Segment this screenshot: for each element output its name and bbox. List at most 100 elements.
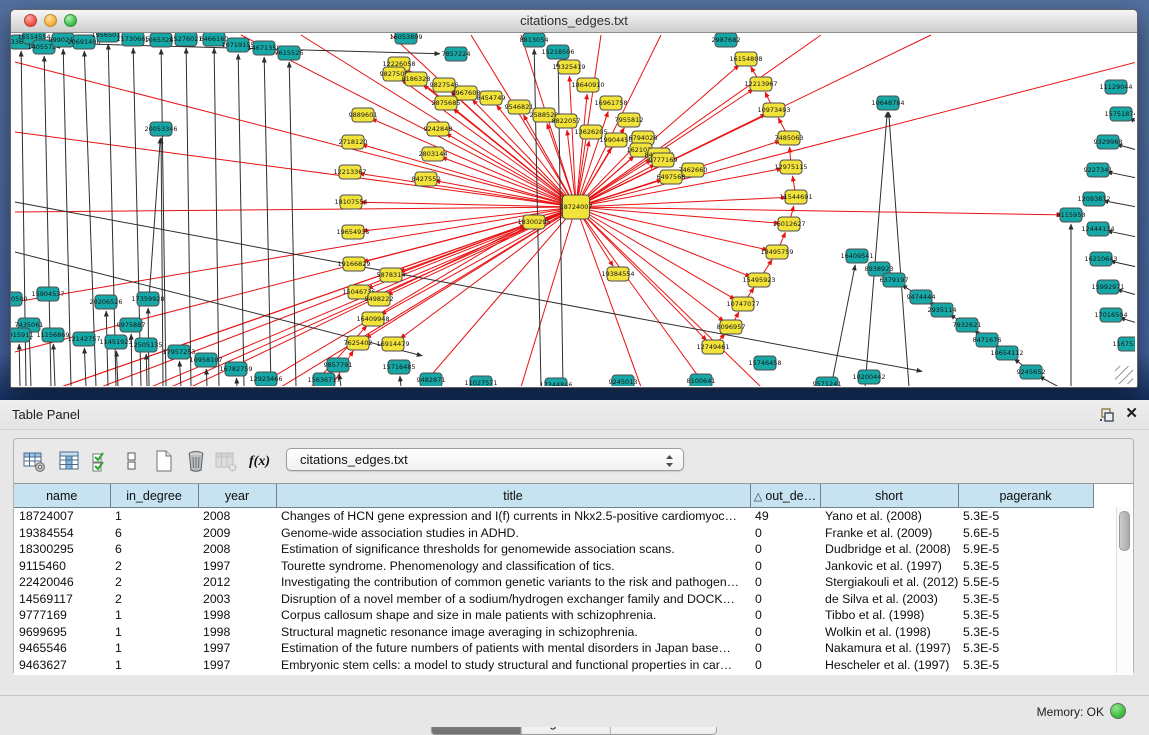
graph-node[interactable]: 6497568 — [657, 170, 686, 184]
table-cell[interactable]: 5.3E-5 — [958, 607, 1093, 624]
graph-node[interactable]: 8096957 — [717, 320, 746, 334]
table-row[interactable]: 1938455462009Genome-wide association stu… — [14, 525, 1093, 542]
table-cell[interactable]: 9115460 — [14, 558, 110, 575]
table-settings-icon[interactable] — [20, 448, 47, 475]
float-panel-icon[interactable] — [1099, 407, 1115, 423]
graph-node[interactable]: 7625402 — [344, 336, 373, 350]
table-row[interactable]: 969969511998Structural magnetic resonanc… — [14, 624, 1093, 641]
table-cell[interactable]: 9699695 — [14, 624, 110, 641]
graph-node[interactable]: 16012627 — [772, 217, 805, 231]
attribute-table[interactable]: namein_degreeyeartitle△out_de…shortpager… — [14, 484, 1094, 673]
graph-node[interactable]: 10648784 — [871, 96, 904, 110]
table-cell[interactable]: 0 — [750, 591, 820, 608]
table-cell[interactable]: Stergiakouli et al. (2012) — [820, 574, 958, 591]
column-header-title[interactable]: title — [276, 484, 750, 508]
graph-node[interactable]: 16053809 — [389, 33, 422, 44]
graph-node[interactable]: 15636717 — [307, 373, 340, 386]
table-cell[interactable]: 5.3E-5 — [958, 591, 1093, 608]
column-header-out_de[interactable]: △out_de… — [750, 484, 820, 508]
graph-node[interactable]: 12142757 — [67, 332, 100, 346]
table-cell[interactable]: 0 — [750, 541, 820, 558]
table-cell[interactable]: 0 — [750, 574, 820, 591]
column-header-pagerank[interactable]: pagerank — [958, 484, 1093, 508]
table-cell[interactable]: 6 — [110, 541, 198, 558]
graph-node[interactable]: 2803144 — [419, 147, 448, 161]
graph-node[interactable]: 16154808 — [729, 52, 762, 66]
table-cell[interactable]: 2003 — [198, 591, 276, 608]
graph-node[interactable]: 18495759 — [760, 245, 793, 259]
zoom-traffic-light-button[interactable] — [64, 14, 77, 27]
select-all-icon[interactable] — [88, 448, 115, 475]
graph-node[interactable]: 9498222 — [365, 292, 394, 306]
graph-node[interactable]: 2935114 — [928, 303, 957, 317]
table-cell[interactable]: 0 — [750, 525, 820, 542]
table-row[interactable]: 2242004622012Investigating the contribut… — [14, 574, 1093, 591]
table-cell[interactable]: 19384554 — [14, 525, 110, 542]
scrollbar-thumb[interactable] — [1119, 511, 1130, 551]
graph-node[interactable]: 20206526 — [89, 295, 122, 309]
table-cell[interactable]: 0 — [750, 624, 820, 641]
table-cell[interactable]: 6 — [110, 525, 198, 542]
graph-node[interactable]: 9242848 — [424, 122, 453, 136]
graph-node[interactable]: 10200442 — [852, 370, 885, 384]
table-cell[interactable]: de Silva et al. (2003) — [820, 591, 958, 608]
table-cell[interactable]: Genome-wide association studies in ADHD. — [276, 525, 750, 542]
table-cell[interactable]: 5.6E-5 — [958, 525, 1093, 542]
graph-node[interactable]: 15746458 — [748, 356, 781, 370]
table-cell[interactable]: 2012 — [198, 574, 276, 591]
table-cell[interactable]: 5.3E-5 — [958, 657, 1093, 674]
table-cell[interactable]: 5.3E-5 — [958, 640, 1093, 657]
column-header-name[interactable]: name — [14, 484, 110, 508]
table-cell[interactable]: 1 — [110, 508, 198, 525]
graph-node[interactable]: 9329968 — [1094, 135, 1123, 149]
graph-node[interactable]: 16961758 — [594, 96, 627, 110]
graph-node[interactable]: 2987682 — [712, 33, 741, 47]
graph-node[interactable]: 6379197 — [880, 273, 909, 287]
table-row[interactable]: 946554611997Estimation of the future num… — [14, 640, 1093, 657]
graph-node[interactable]: 12444134 — [1081, 222, 1114, 236]
table-cell[interactable]: Changes of HCN gene expression and I(f) … — [276, 508, 750, 525]
graph-node[interactable]: 8115958 — [1057, 208, 1086, 222]
graph-node[interactable]: 7955812 — [615, 113, 644, 127]
table-row[interactable]: 1872400712008Changes of HCN gene express… — [14, 508, 1093, 525]
table-cell[interactable]: 0 — [750, 640, 820, 657]
function-builder-icon[interactable]: f(x) — [246, 448, 273, 475]
graph-node[interactable]: 9482871 — [417, 373, 446, 386]
table-row[interactable]: 911546021997Tourette syndrome. Phenomeno… — [14, 558, 1093, 575]
graph-node[interactable]: 8471676 — [973, 333, 1002, 347]
table-cell[interactable]: 5.5E-5 — [958, 574, 1093, 591]
table-cell[interactable]: Hescheler et al. (1997) — [820, 657, 958, 674]
graph-node[interactable]: 9245652 — [1017, 365, 1046, 379]
table-cell[interactable]: 5.3E-5 — [958, 558, 1093, 575]
table-cell[interactable]: 2008 — [198, 541, 276, 558]
graph-node[interactable]: 15992971 — [1091, 280, 1124, 294]
table-cell[interactable]: Disruption of a novel member of a sodium… — [276, 591, 750, 608]
graph-node[interactable]: 12213967 — [744, 77, 777, 91]
graph-node[interactable]: 16782759 — [219, 362, 252, 376]
resize-grip-icon[interactable] — [1115, 366, 1133, 384]
column-header-year[interactable]: year — [198, 484, 276, 508]
graph-node[interactable]: 8427552 — [412, 172, 441, 186]
table-cell[interactable]: Embryonic stem cells: a model to study s… — [276, 657, 750, 674]
graph-node[interactable]: 9571241 — [813, 377, 842, 386]
table-row[interactable]: 1456911722003Disruption of a novel membe… — [14, 591, 1093, 608]
graph-node[interactable]: 2718120 — [339, 135, 368, 149]
graph-node[interactable]: 16914479 — [376, 337, 409, 351]
graph-node[interactable]: 17016504 — [1094, 308, 1127, 322]
graph-node[interactable]: 10973493 — [757, 103, 790, 117]
graph-node[interactable]: 15716485 — [382, 360, 415, 374]
table-cell[interactable]: Nakamura et al. (1997) — [820, 640, 958, 657]
table-cell[interactable]: 1 — [110, 624, 198, 641]
table-cell[interactable]: 1 — [110, 640, 198, 657]
table-cell[interactable]: 2 — [110, 574, 198, 591]
network-window-titlebar[interactable]: citations_edges.txt — [11, 10, 1137, 33]
table-cell[interactable]: Wolkin et al. (1998) — [820, 624, 958, 641]
table-cell[interactable]: 9777169 — [14, 607, 110, 624]
graph-node[interactable]: 20053346 — [144, 122, 177, 136]
create-table-icon[interactable] — [150, 448, 177, 475]
table-cell[interactable]: Investigating the contribution of common… — [276, 574, 750, 591]
graph-node[interactable]: 9227341 — [1084, 163, 1113, 177]
graph-node[interactable]: 11027571 — [464, 376, 497, 386]
graph-node[interactable]: 19166829 — [337, 257, 370, 271]
table-cell[interactable]: 0 — [750, 657, 820, 674]
